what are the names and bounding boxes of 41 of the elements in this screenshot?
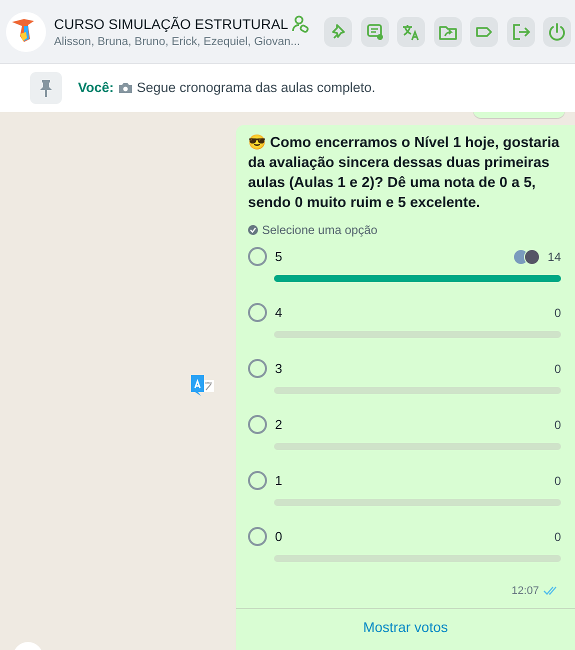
- group-avatar[interactable]: [6, 12, 46, 52]
- vote-count: 14: [548, 248, 561, 266]
- check-icon: [248, 225, 258, 235]
- message-icon: [364, 22, 384, 42]
- vote-count: 0: [554, 416, 561, 434]
- group-title: CURSO SIMULAÇÃO ESTRUTURAL: [54, 14, 288, 34]
- members-list: Alisson, Bruna, Bruno, Erick, Ezequiel, Giovan...: [54, 34, 316, 50]
- option-label: 0: [275, 528, 284, 546]
- message-time: 12:07: [511, 584, 539, 599]
- label-button[interactable]: [470, 16, 498, 46]
- show-votes-button[interactable]: Mostrar votos: [236, 608, 575, 646]
- option-label: 4: [275, 304, 284, 322]
- poll-hint: Selecione uma opção: [262, 222, 378, 239]
- power-icon: [547, 22, 567, 42]
- pinned-message: Segue cronograma das aulas completo.: [136, 78, 376, 97]
- option-label: 5: [275, 248, 284, 266]
- radio-button[interactable]: [248, 359, 267, 378]
- message-button[interactable]: [360, 16, 388, 46]
- option-label: 2: [275, 416, 284, 434]
- poll-question: 😎 Como encerramos o Nível 1 hoje, gostaria da avaliação sincera dessas duas primeiras aulas (Aulas 1 e 2)? Dê uma nota de 0 a 5, sendo 0 muito ruim e 5 excelente.: [247, 134, 560, 213]
- vote-count: 0: [554, 528, 561, 546]
- radio-button[interactable]: [248, 303, 267, 322]
- folder-button[interactable]: [434, 16, 462, 46]
- radio-button[interactable]: [248, 247, 267, 266]
- radio-button[interactable]: [248, 471, 267, 490]
- translate-button[interactable]: [397, 16, 425, 46]
- vote-count: 0: [554, 472, 561, 490]
- pin-icon: [30, 72, 62, 104]
- exit-icon: [510, 22, 530, 42]
- vote-count: 0: [554, 304, 561, 322]
- community-icon: [292, 15, 310, 34]
- sender-name: Você:: [78, 78, 114, 97]
- pin-button[interactable]: [324, 16, 352, 46]
- radio-button[interactable]: [248, 527, 267, 546]
- exit-button[interactable]: [506, 16, 534, 46]
- power-button[interactable]: [543, 16, 571, 46]
- camera-icon: [118, 82, 133, 94]
- radio-button[interactable]: [248, 415, 267, 434]
- option-label: 3: [275, 360, 284, 378]
- vote-count: 0: [554, 360, 561, 378]
- option-label: 1: [275, 472, 284, 490]
